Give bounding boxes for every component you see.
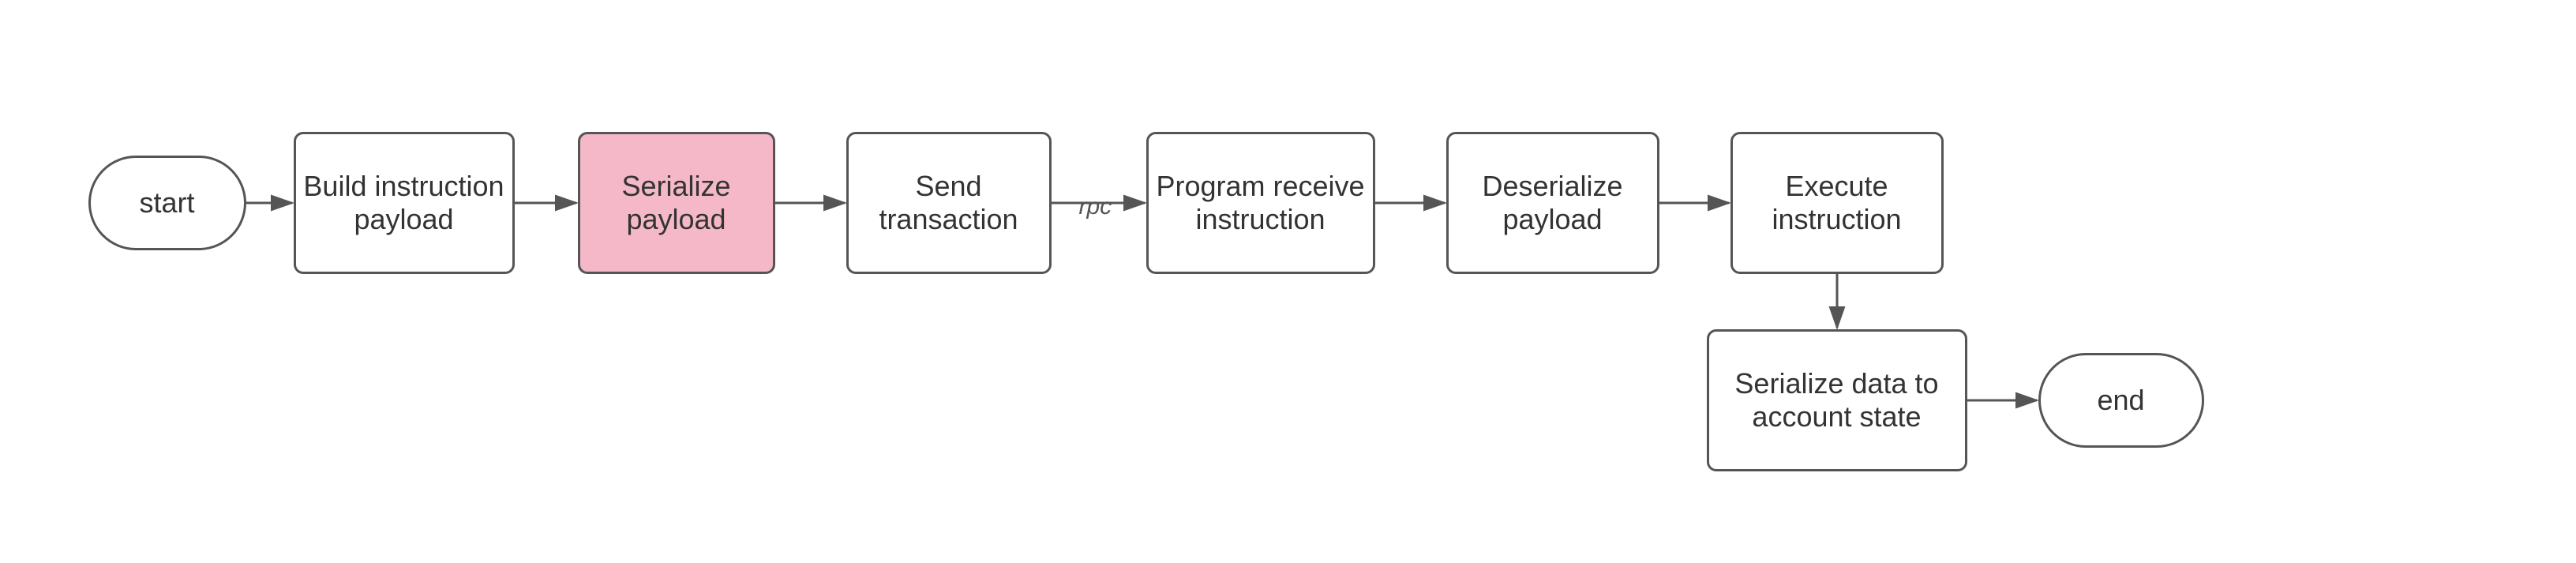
node-serialize: Serialize payload <box>578 132 775 274</box>
node-build: Build instruction payload <box>294 132 515 274</box>
node-start: start <box>88 156 246 250</box>
rpc-label: rpc <box>1079 193 1112 220</box>
node-execute: Execute instruction <box>1730 132 1944 274</box>
node-serialize2: Serialize data to account state <box>1707 329 1967 471</box>
node-send: Send transaction <box>846 132 1052 274</box>
node-program: Program receive instruction <box>1146 132 1375 274</box>
flow-arrows <box>65 45 2512 519</box>
node-deserialize: Deserialize payload <box>1446 132 1659 274</box>
flow-diagram: start Build instruction payload Serializ… <box>65 45 2512 519</box>
node-end: end <box>2038 353 2204 448</box>
